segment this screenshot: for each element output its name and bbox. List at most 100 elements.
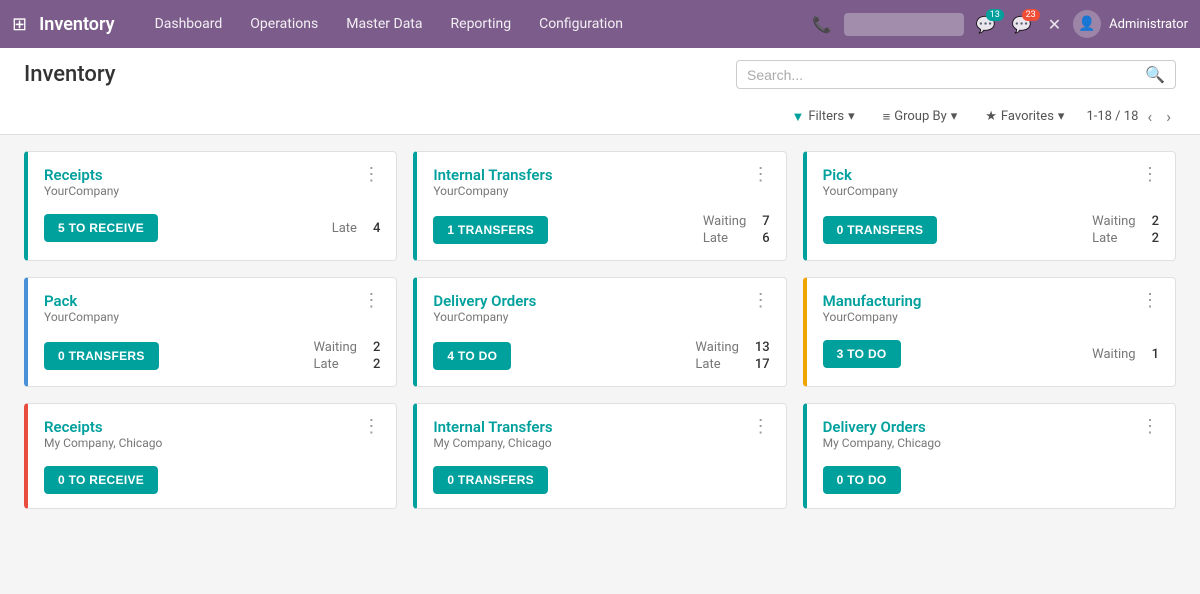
card-title[interactable]: Pick xyxy=(823,166,898,184)
activity-icon[interactable]: 💬 13 xyxy=(972,11,1000,38)
topnav-right: 📞 💬 13 💬 23 ✕ 👤 Administrator xyxy=(808,10,1188,38)
stat-row: Waiting 1 xyxy=(1092,347,1159,362)
stat-label: Late xyxy=(1092,231,1117,246)
nav-reporting[interactable]: Reporting xyxy=(439,10,524,38)
card-menu-icon[interactable]: ⋮ xyxy=(362,292,380,310)
card-action-button[interactable]: 0 TO RECEIVE xyxy=(44,466,158,494)
card-title[interactable]: Internal Transfers xyxy=(433,166,552,184)
nav-configuration[interactable]: Configuration xyxy=(527,10,635,38)
filters-button[interactable]: ▼ Filters ▾ xyxy=(785,106,860,128)
card-title[interactable]: Pack xyxy=(44,292,119,310)
card-delivery-orders-yourcompany: Delivery Orders YourCompany ⋮ 4 TO DO Wa… xyxy=(413,277,786,387)
stat-label: Late xyxy=(313,357,338,372)
card-receipts-chicago: Receipts My Company, Chicago ⋮ 0 TO RECE… xyxy=(24,403,397,509)
card-stats: Waiting 2 Late 2 xyxy=(1092,214,1159,246)
card-menu-icon[interactable]: ⋮ xyxy=(362,166,380,184)
card-body: 0 TRANSFERS xyxy=(433,466,769,494)
card-header: Internal Transfers My Company, Chicago ⋮ xyxy=(433,418,769,462)
grid-icon[interactable]: ⊞ xyxy=(12,14,27,35)
card-action-button[interactable]: 0 TO DO xyxy=(823,466,901,494)
card-subtitle: My Company, Chicago xyxy=(44,436,162,450)
close-icon[interactable]: ✕ xyxy=(1044,11,1065,38)
card-menu-icon[interactable]: ⋮ xyxy=(752,292,770,310)
stat-label: Waiting xyxy=(313,340,356,355)
stat-label: Late xyxy=(703,231,728,246)
stat-label: Waiting xyxy=(703,214,746,229)
favorites-button[interactable]: ★ Favorites ▾ xyxy=(979,106,1070,127)
search-container: 🔍 xyxy=(736,60,1176,89)
card-header: Manufacturing YourCompany ⋮ xyxy=(823,292,1159,336)
card-menu-icon[interactable]: ⋮ xyxy=(362,418,380,436)
chat-icon[interactable]: 💬 23 xyxy=(1008,11,1036,38)
card-body: 5 TO RECEIVE Late 4 xyxy=(44,214,380,242)
card-body: 4 TO DO Waiting 13 Late 17 xyxy=(433,340,769,372)
stat-row: Late 2 xyxy=(313,357,380,372)
card-subtitle: My Company, Chicago xyxy=(823,436,941,450)
card-action-button[interactable]: 0 TRANSFERS xyxy=(433,466,548,494)
card-title[interactable]: Receipts xyxy=(44,166,119,184)
card-action-button[interactable]: 0 TRANSFERS xyxy=(44,342,159,370)
pagination-label: 1-18 / 18 xyxy=(1086,109,1138,124)
groupby-button[interactable]: ≡ Group By ▾ xyxy=(877,106,964,128)
card-action-button[interactable]: 1 TRANSFERS xyxy=(433,216,548,244)
card-title[interactable]: Delivery Orders xyxy=(433,292,536,310)
prev-page-button[interactable]: ‹ xyxy=(1142,105,1157,128)
card-body: 0 TRANSFERS Waiting 2 Late 2 xyxy=(44,340,380,372)
star-icon: ★ xyxy=(985,109,997,124)
card-header: Receipts My Company, Chicago ⋮ xyxy=(44,418,380,462)
card-stats: Waiting 2 Late 2 xyxy=(313,340,380,372)
admin-label: Administrator xyxy=(1109,17,1188,32)
topnav-menu: Dashboard Operations Master Data Reporti… xyxy=(143,10,804,38)
stat-label: Waiting xyxy=(695,340,738,355)
stat-row: Waiting 2 xyxy=(313,340,380,355)
card-menu-icon[interactable]: ⋮ xyxy=(752,418,770,436)
pagination: 1-18 / 18 ‹ › xyxy=(1086,105,1176,128)
card-stats: Late 4 xyxy=(332,221,381,236)
filter-icon: ▼ xyxy=(791,109,804,125)
stat-value: 13 xyxy=(755,340,770,355)
card-title[interactable]: Manufacturing xyxy=(823,292,922,310)
card-subtitle: My Company, Chicago xyxy=(433,436,552,450)
card-header: Internal Transfers YourCompany ⋮ xyxy=(433,166,769,210)
page-title: Inventory xyxy=(24,62,116,87)
stat-value: 2 xyxy=(373,340,380,355)
stat-row: Waiting 2 xyxy=(1092,214,1159,229)
card-body: 0 TRANSFERS Waiting 2 Late 2 xyxy=(823,214,1159,246)
brand-label: Inventory xyxy=(39,14,114,35)
stat-row: Late 2 xyxy=(1092,231,1159,246)
card-menu-icon[interactable]: ⋮ xyxy=(1141,166,1159,184)
phone-icon[interactable]: 📞 xyxy=(808,11,836,38)
card-menu-icon[interactable]: ⋮ xyxy=(1141,292,1159,310)
nav-operations[interactable]: Operations xyxy=(238,10,330,38)
card-title[interactable]: Delivery Orders xyxy=(823,418,941,436)
card-action-button[interactable]: 0 TRANSFERS xyxy=(823,216,938,244)
card-action-button[interactable]: 3 TO DO xyxy=(823,340,901,368)
stat-label: Late xyxy=(695,357,720,372)
topnav-search-input[interactable] xyxy=(844,13,964,36)
card-title[interactable]: Receipts xyxy=(44,418,162,436)
stat-label: Waiting xyxy=(1092,347,1135,362)
card-receipts-yourcompany: Receipts YourCompany ⋮ 5 TO RECEIVE Late… xyxy=(24,151,397,261)
card-header: Pack YourCompany ⋮ xyxy=(44,292,380,336)
card-menu-icon[interactable]: ⋮ xyxy=(1141,418,1159,436)
card-action-button[interactable]: 4 TO DO xyxy=(433,342,511,370)
stat-row: Late 17 xyxy=(695,357,769,372)
card-subtitle: YourCompany xyxy=(433,310,536,324)
groupby-icon: ≡ xyxy=(883,109,891,125)
search-icon[interactable]: 🔍 xyxy=(1145,65,1165,84)
search-input[interactable] xyxy=(747,67,1145,83)
stat-row: Waiting 7 xyxy=(703,214,770,229)
card-body: 0 TO RECEIVE xyxy=(44,466,380,494)
card-menu-icon[interactable]: ⋮ xyxy=(752,166,770,184)
card-pick-yourcompany: Pick YourCompany ⋮ 0 TRANSFERS Waiting 2… xyxy=(803,151,1176,261)
card-manufacturing-yourcompany: Manufacturing YourCompany ⋮ 3 TO DO Wait… xyxy=(803,277,1176,387)
stat-row: Waiting 13 xyxy=(695,340,769,355)
card-action-button[interactable]: 5 TO RECEIVE xyxy=(44,214,158,242)
stat-row: Late 4 xyxy=(332,221,381,236)
stat-value: 1 xyxy=(1152,347,1159,362)
nav-master-data[interactable]: Master Data xyxy=(334,10,434,38)
card-title[interactable]: Internal Transfers xyxy=(433,418,552,436)
next-page-button[interactable]: › xyxy=(1161,105,1176,128)
avatar[interactable]: 👤 xyxy=(1073,10,1101,38)
nav-dashboard[interactable]: Dashboard xyxy=(143,10,235,38)
